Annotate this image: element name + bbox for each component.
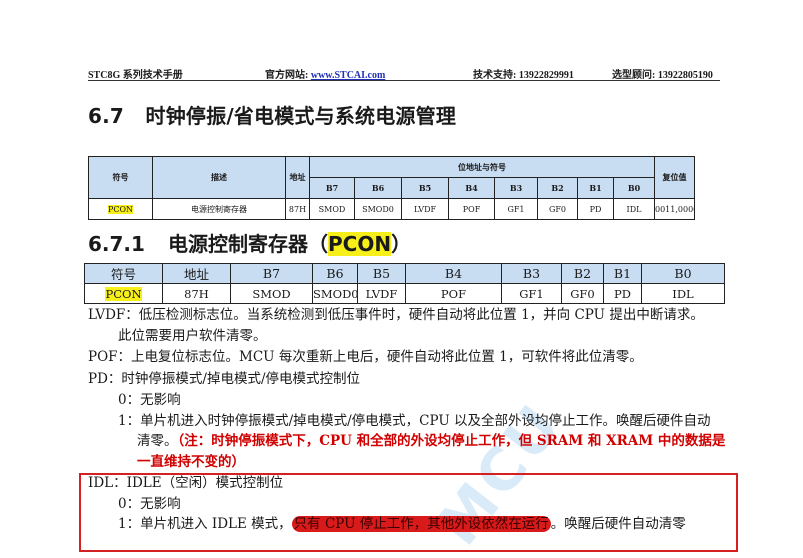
lvdf-desc-cont: 此位需要用户软件清零。	[118, 328, 267, 344]
cell-desc: 电源控制寄存器	[152, 198, 286, 220]
subsection-title-highlight: PCON	[328, 232, 392, 256]
bit-header: B6	[354, 177, 402, 199]
pd-clear-text: 清零。	[137, 433, 178, 449]
reg-header: 地址	[162, 263, 231, 284]
col-reset: 复位值	[654, 156, 695, 199]
reg-header: 符号	[84, 263, 163, 284]
reg-cell: PD	[603, 283, 642, 304]
cell-bit: POF	[448, 198, 495, 220]
bit-header: B5	[401, 177, 449, 199]
reg-header: B2	[561, 263, 604, 284]
symbol-highlight: PCON	[107, 204, 134, 214]
reg-header: B4	[405, 263, 502, 284]
reg-header: B0	[641, 263, 725, 284]
bit-header: B3	[494, 177, 538, 199]
reg-header: B6	[312, 263, 358, 284]
cell-addr: 87H	[285, 198, 310, 220]
pd-option-0: 0：无影响	[118, 392, 181, 408]
pd-note-cont: 一直维持不变的）	[137, 454, 245, 470]
lvdf-desc: LVDF：低压检测标志位。当系统检测到低压事件时，硬件自动将此位置 1，并向 C…	[88, 307, 704, 323]
pd-option-1: 1：单片机进入时钟停振模式/掉电模式/停电模式，CPU 以及全部外设均停止工作。…	[118, 413, 711, 429]
bit-header: B2	[537, 177, 578, 199]
cell-symbol: PCON	[88, 198, 153, 220]
idl-desc: IDL：IDLE（空闲）模式控制位	[88, 475, 284, 491]
cell-bit: GF0	[537, 198, 578, 220]
pd-option-1-cont: 清零。（注：时钟停振模式下，CPU 和全部的外设均停止工作，但 SRAM 和 X…	[137, 431, 725, 451]
cell-bit: PD	[577, 198, 614, 220]
support: 技术支持: 13922829991	[473, 66, 574, 81]
idl-option-1-text: 1：单片机进入 IDLE 模式，	[118, 516, 292, 532]
bit-header: B4	[448, 177, 495, 199]
subsection-title-pre: 电源控制寄存器（	[168, 232, 328, 256]
reg-cell: LVDF	[357, 283, 406, 304]
col-symbol: 符号	[88, 156, 153, 199]
pd-note: （注：时钟停振模式下，CPU 和全部的外设均停止工作，但 SRAM 和 XRAM…	[177, 433, 726, 449]
reg-cell: SMOD0	[312, 283, 358, 304]
subsection-title-post: ）	[391, 232, 412, 256]
cell-bit: GF1	[494, 198, 538, 220]
reg-cell: SMOD	[230, 283, 313, 304]
cell-reset: 0011,0000	[654, 198, 695, 220]
reg-header: B3	[501, 263, 562, 284]
reg-cell: GF1	[501, 283, 562, 304]
reg-cell: POF	[405, 283, 502, 304]
bit-header: B7	[309, 177, 355, 199]
reg-cell-symbol: PCON	[84, 283, 163, 304]
table-row: PCON 电源控制寄存器 87H SMOD SMOD0 LVDF POF GF1…	[88, 198, 695, 220]
section-number: 6.7	[88, 104, 125, 128]
idl-marked-text: 只有 CPU 停止工作，其他外设依然在运行	[291, 516, 551, 532]
subsection-heading: 6.7.1 电源控制寄存器（PCON）	[88, 228, 411, 257]
bit-header: B1	[577, 177, 614, 199]
reg-cell: GF0	[561, 283, 604, 304]
col-bits: 位地址与符号	[309, 156, 655, 178]
idl-option-1: 1：单片机进入 IDLE 模式， 只有 CPU 停止工作，其他外设依然在运行 。唤醒…	[118, 514, 686, 534]
pof-desc: POF：上电复位标志位。MCU 每次重新上电后，硬件自动将此位置 1，可软件将此…	[88, 349, 643, 365]
cell-bit: LVDF	[401, 198, 449, 220]
idl-option-1-tail: 。唤醒后硬件自动清零	[550, 516, 686, 532]
reg-header: B1	[603, 263, 642, 284]
website: 官方网站: www.STCAI.com	[265, 66, 385, 81]
register-table: 符号 地址 B7 B6 B5 B4 B3 B2 B1 B0 PCON 87H S…	[84, 263, 725, 304]
section-title: 时钟停振/省电模式与系统电源管理	[145, 104, 457, 128]
reg-symbol-highlight: PCON	[105, 286, 142, 301]
reg-header: B7	[230, 263, 313, 284]
table-row: PCON 87H SMOD SMOD0 LVDF POF GF1 GF0 PD …	[84, 283, 725, 304]
section-heading: 6.7 时钟停振/省电模式与系统电源管理	[88, 100, 456, 129]
col-address: 地址	[285, 156, 310, 199]
reg-cell: 87H	[162, 283, 231, 304]
bit-header: B0	[613, 177, 655, 199]
register-summary-table: 符号 描述 地址 位地址与符号 复位值 B7 B6 B5 B4 B3 B2 B1…	[88, 156, 695, 220]
subsection-number: 6.7.1	[88, 232, 145, 256]
reg-header: B5	[357, 263, 406, 284]
manual-title: STC8G 系列技术手册	[88, 70, 183, 81]
idl-option-0: 0：无影响	[118, 496, 181, 512]
reg-cell: IDL	[641, 283, 725, 304]
cell-bit: IDL	[613, 198, 655, 220]
cell-bit: SMOD	[309, 198, 355, 220]
pd-desc: PD：时钟停振模式/掉电模式/停电模式控制位	[88, 371, 361, 387]
col-description: 描述	[152, 156, 286, 199]
consultant: 选型顾问: 13922805190	[612, 66, 713, 81]
cell-bit: SMOD0	[354, 198, 402, 220]
header-divider	[88, 80, 720, 81]
